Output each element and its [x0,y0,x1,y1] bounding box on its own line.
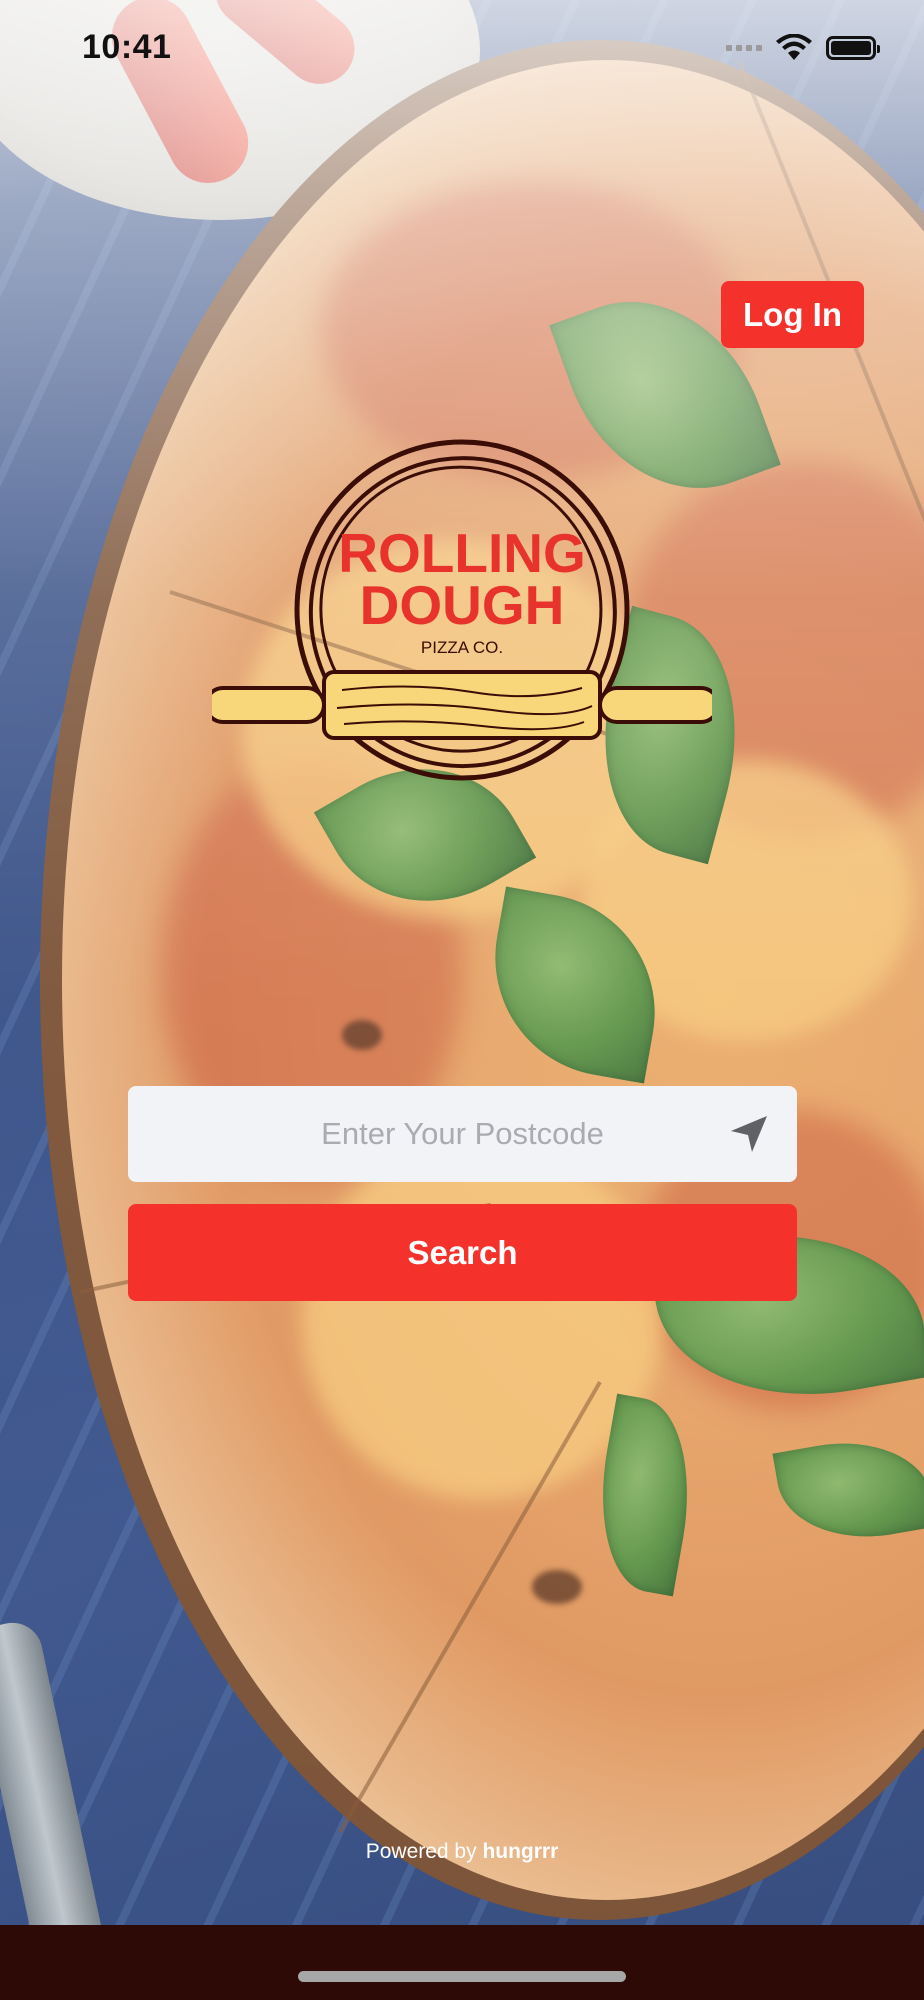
wifi-icon [776,34,812,60]
powered-by-brand: hungrrr [482,1840,559,1863]
home-indicator[interactable] [298,1971,626,1982]
status-time: 10:41 [82,28,172,66]
location-arrow-icon[interactable] [729,1114,769,1154]
status-icons [726,34,880,62]
bottom-bar [0,1925,924,2000]
search-button[interactable]: Search [128,1204,797,1301]
postcode-field[interactable] [128,1085,797,1183]
logo-tagline: PIZZA CO. [421,638,503,657]
rolling-dough-logo: ROLLING DOUGH PIZZA CO. [212,439,712,781]
battery-icon [826,36,880,60]
postcode-input[interactable] [128,1085,797,1183]
cellular-signal-icon [726,45,762,51]
powered-by: Powered by hungrrr [0,1840,924,1864]
login-button[interactable]: Log In [721,281,864,348]
app-screen: 10:41 Log In ROLLING DOUGH PIZZA CO. Ent… [0,0,924,2000]
rolling-pin-icon [212,670,712,740]
logo-line2: DOUGH [360,574,565,636]
powered-by-prefix: Powered by [365,1840,483,1863]
